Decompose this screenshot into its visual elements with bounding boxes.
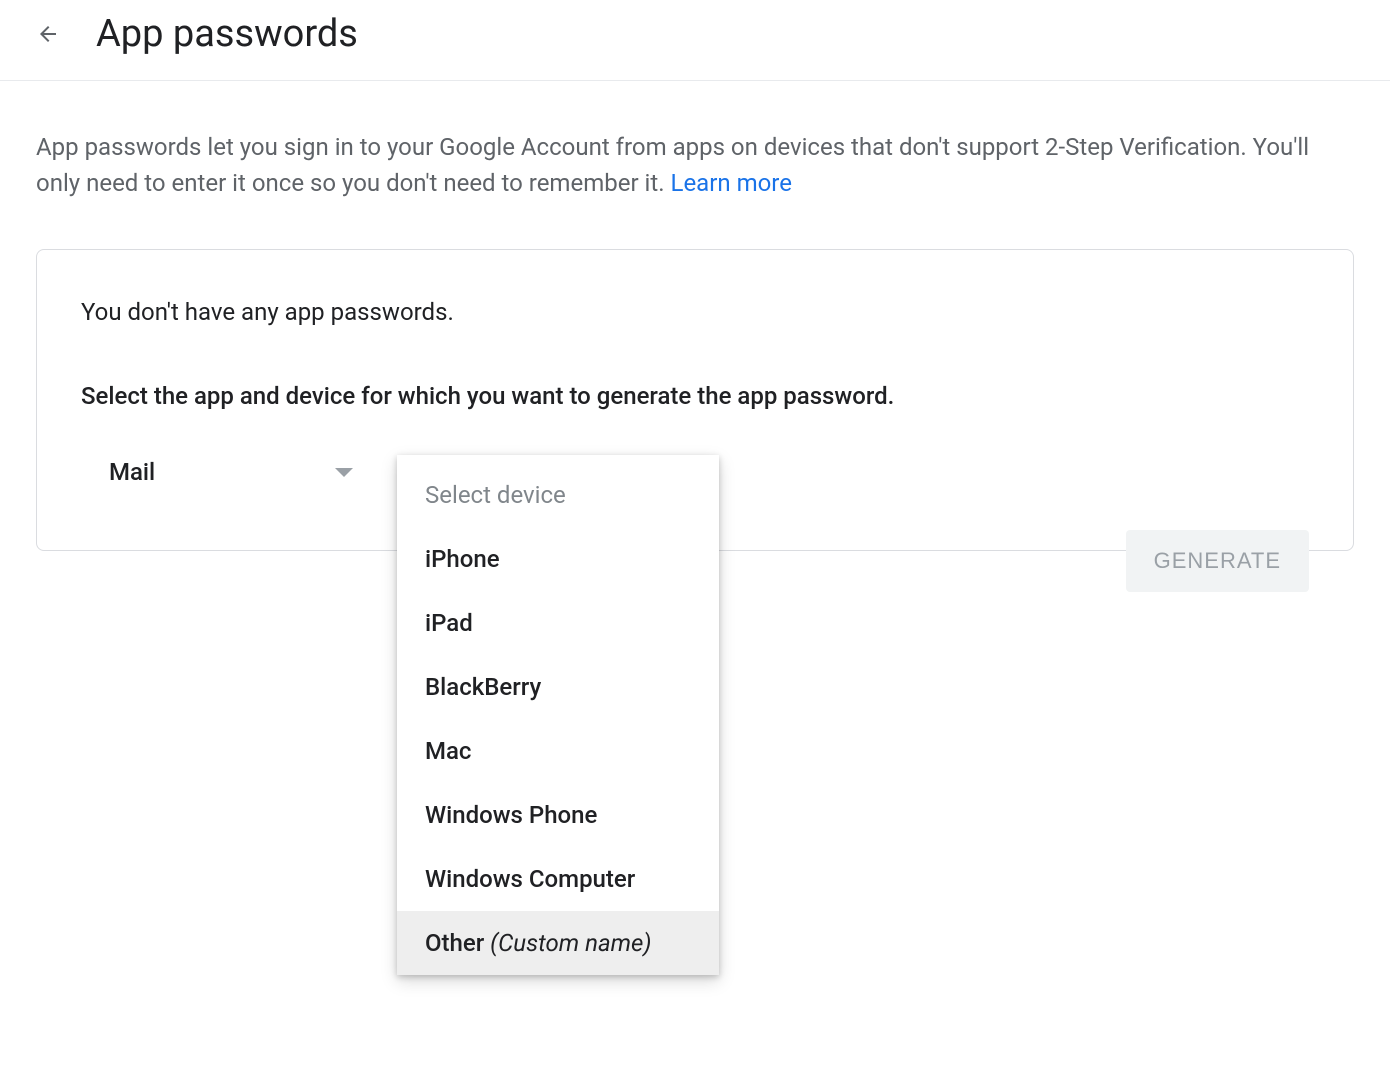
- description-text: App passwords let you sign in to your Go…: [36, 129, 1354, 201]
- device-option[interactable]: Windows Computer: [397, 847, 719, 911]
- device-option[interactable]: iPhone: [397, 527, 719, 591]
- generate-button[interactable]: GENERATE: [1126, 530, 1309, 592]
- device-option[interactable]: BlackBerry: [397, 655, 719, 719]
- device-option-label: Other: [425, 929, 490, 957]
- device-option[interactable]: Mac: [397, 719, 719, 783]
- app-passwords-card: You don't have any app passwords. Select…: [36, 249, 1354, 551]
- device-option-sublabel: (Custom name): [490, 929, 651, 957]
- select-instruction-text: Select the app and device for which you …: [81, 382, 1309, 410]
- app-select-value: Mail: [109, 458, 155, 486]
- back-arrow-icon[interactable]: [36, 22, 60, 46]
- page-header: App passwords: [0, 0, 1390, 81]
- device-option[interactable]: iPad: [397, 591, 719, 655]
- device-option[interactable]: Other (Custom name): [397, 911, 719, 975]
- content-area: App passwords let you sign in to your Go…: [0, 81, 1390, 551]
- learn-more-link[interactable]: Learn more: [671, 169, 792, 197]
- device-select-dropdown-menu: Select device iPhoneiPadBlackBerryMacWin…: [397, 455, 719, 975]
- device-option[interactable]: Windows Phone: [397, 783, 719, 847]
- chevron-down-icon: [335, 468, 353, 477]
- page-title: App passwords: [96, 12, 358, 56]
- device-select-placeholder: Select device: [397, 463, 719, 527]
- selects-row: Mail Select device iPhoneiPadBlackBerryM…: [109, 458, 1309, 494]
- no-passwords-text: You don't have any app passwords.: [81, 298, 1309, 326]
- app-select-dropdown[interactable]: Mail: [109, 458, 353, 494]
